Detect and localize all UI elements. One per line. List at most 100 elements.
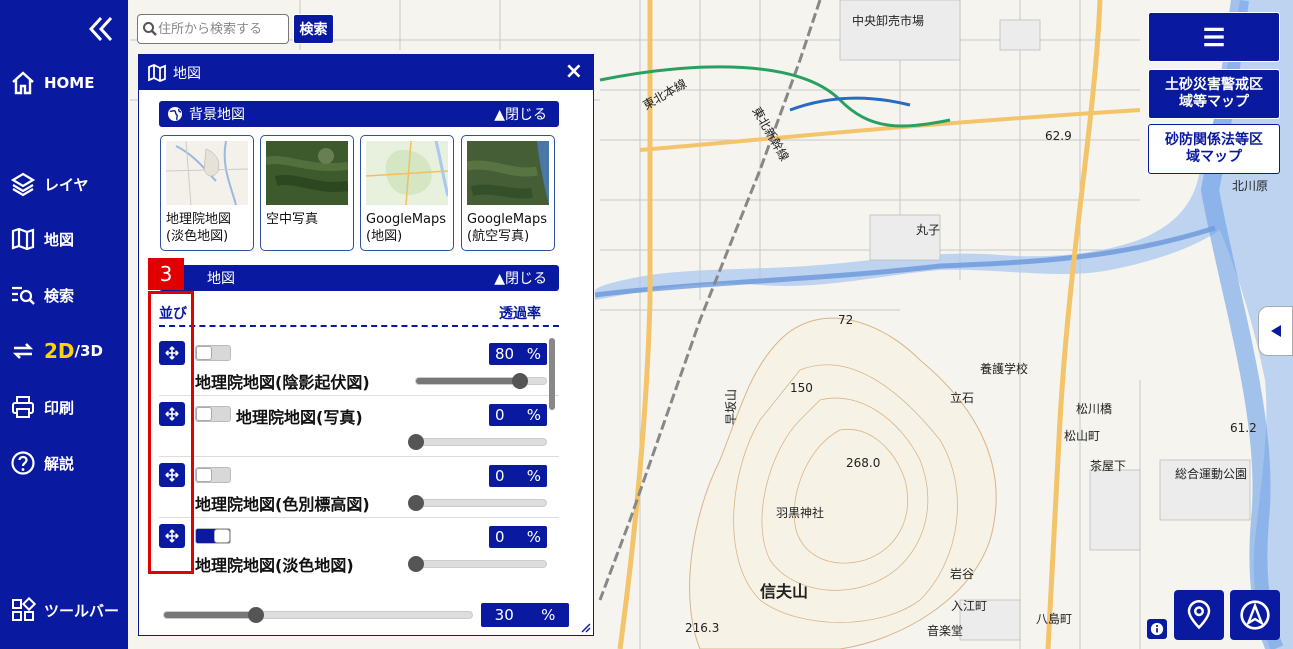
basemap-option-google-aerial[interactable]: GoogleMaps (航空写真) [461,135,555,251]
opacity-slider[interactable] [415,373,547,389]
map-label-hayasaka: 早坂山 [724,389,738,425]
map-label-contour: 150 [790,381,813,395]
sidebar-item-2d3d[interactable]: 2D/3D [10,334,103,368]
map-label-elev-62: 62.9 [1045,129,1072,143]
sidebar-item-label: 印刷 [44,398,75,417]
sidebar-item-help[interactable]: 解説 [10,446,74,480]
slider-thumb[interactable] [248,607,265,623]
basemap-caption: 地理院地図 (淡色地図) [166,212,232,244]
overlay-map-section-header[interactable]: 地図 ▲閉じる [159,265,559,291]
map-label-iwaya: 岩谷 [950,566,974,581]
map-panel: 地図 × 背景地図 ▲閉じる 地理院地図 (淡色地図) 空中写真 GoogleMa… [138,54,594,636]
label-2d: 2D [44,339,75,363]
overall-opacity-slider[interactable] [163,607,473,623]
opacity-value[interactable]: 80% [489,343,547,365]
layer-visibility-toggle[interactable] [195,406,231,422]
opacity-value[interactable]: 0% [489,465,547,487]
sidebar-item-label: 検索 [44,286,75,305]
compass-button[interactable] [1230,590,1280,640]
opacity-column-header: 透過率 [499,306,541,322]
sidebar-item-layers[interactable]: レイヤ [10,167,89,201]
slider-thumb[interactable] [408,495,424,511]
basemap-thumbnail [467,141,549,205]
opacity-value[interactable]: 0% [489,404,547,426]
globe-icon [168,107,182,121]
sidebar-item-label: HOME [44,74,95,92]
sidebar-item-search[interactable]: 検索 [10,278,74,312]
erosion-control-map-button[interactable]: 砂防関係法等区 域マップ [1148,124,1280,174]
info-button[interactable] [1147,619,1167,639]
layer-row: 地理院地図(陰影起伏図) 80% [159,341,549,401]
grid-icon [12,597,36,621]
toggle-knob [196,468,212,482]
toggle-knob [196,346,212,360]
map-label-maruko: 丸子 [916,223,940,237]
collapse-section-button[interactable]: ▲閉じる [494,268,547,288]
help-icon [11,451,35,475]
opacity-value[interactable]: 0% [489,526,547,548]
toggle-knob [214,529,230,543]
basemap-thumbnail [366,141,448,205]
layer-row: 地理院地図(色別標高図) 0% [159,463,549,523]
search-icon [143,22,157,36]
layer-visibility-toggle[interactable] [195,467,231,483]
slider-thumb[interactable] [408,556,424,572]
map-icon [148,63,166,82]
resize-handle-icon[interactable] [579,621,591,633]
layer-visibility-toggle[interactable] [195,345,231,361]
layer-visibility-toggle[interactable] [195,528,231,544]
expand-right-panel-button[interactable] [1258,306,1293,356]
map-label-elev-61: 61.2 [1230,421,1257,435]
close-icon: × [564,59,583,84]
sidebar-item-map[interactable]: 地図 [10,222,74,256]
map-label-school: 養護学校 [980,361,1028,376]
label-3d: /3D [74,342,103,360]
compass-icon [1240,600,1270,630]
map-label-chayashita: 茶屋下 [1090,458,1126,473]
opacity-slider[interactable] [408,556,547,572]
divider [159,517,559,518]
divider [159,456,559,457]
step-badge: 3 [148,258,184,290]
slider-thumb[interactable] [408,434,424,450]
map-label-mountain: 信夫山 [760,582,808,601]
map-label-market: 中央卸売市場 [852,13,924,28]
background-map-section-header[interactable]: 背景地図 ▲閉じる [159,101,559,127]
opacity-slider[interactable] [408,434,547,450]
basemap-option-aerial[interactable]: 空中写真 [260,135,354,251]
layer-name: 地理院地図(色別標高図) [195,495,370,514]
address-search-input[interactable] [158,21,278,37]
main-menu-button[interactable] [1148,12,1280,62]
home-icon [12,71,34,95]
basemap-thumbnail [266,141,348,205]
sidebar-item-toolbar[interactable]: ツールバー [10,593,119,627]
slider-fill [164,612,257,618]
layer-row: 地理院地図(写真) 0% [159,402,549,462]
sidebar-item-home[interactable]: HOME [10,66,94,100]
toggle-knob [196,407,212,421]
collapse-section-button[interactable]: ▲閉じる [494,104,547,124]
sidebar: HOME レイヤ 地図 検索 2D/3D 印刷 解説 ツールバー [0,0,128,649]
basemap-caption: GoogleMaps (航空写真) [467,212,548,244]
collapse-sidebar-button[interactable] [86,14,116,44]
basemap-option-pale[interactable]: 地理院地図 (淡色地図) [160,135,254,251]
map-label-tateishi: 立石 [950,390,974,405]
layer-name: 地理院地図(淡色地図) [195,556,354,575]
sidebar-item-label: 解説 [44,454,75,473]
divider [159,395,559,396]
map-label-shrine: 羽黒神社 [776,505,824,520]
slider-fill [416,378,520,384]
sidebar-item-label: 地図 [44,230,75,249]
close-panel-button[interactable]: × [565,59,583,84]
sidebar-item-label: レイヤ [44,175,89,194]
sediment-hazard-map-button[interactable]: 土砂災害警戒区 域等マップ [1148,69,1280,119]
sidebar-item-label: ツールバー [44,601,120,620]
opacity-slider[interactable] [408,495,547,511]
current-location-button[interactable] [1174,590,1224,640]
slider-thumb[interactable] [512,373,528,389]
search-button[interactable]: 検索 [293,14,334,44]
basemap-option-googlemaps[interactable]: GoogleMaps (地図) [360,135,454,251]
layer-list-scrollbar[interactable] [549,338,555,410]
overall-opacity-value[interactable]: 30% [481,603,569,627]
sidebar-item-print[interactable]: 印刷 [10,390,74,424]
